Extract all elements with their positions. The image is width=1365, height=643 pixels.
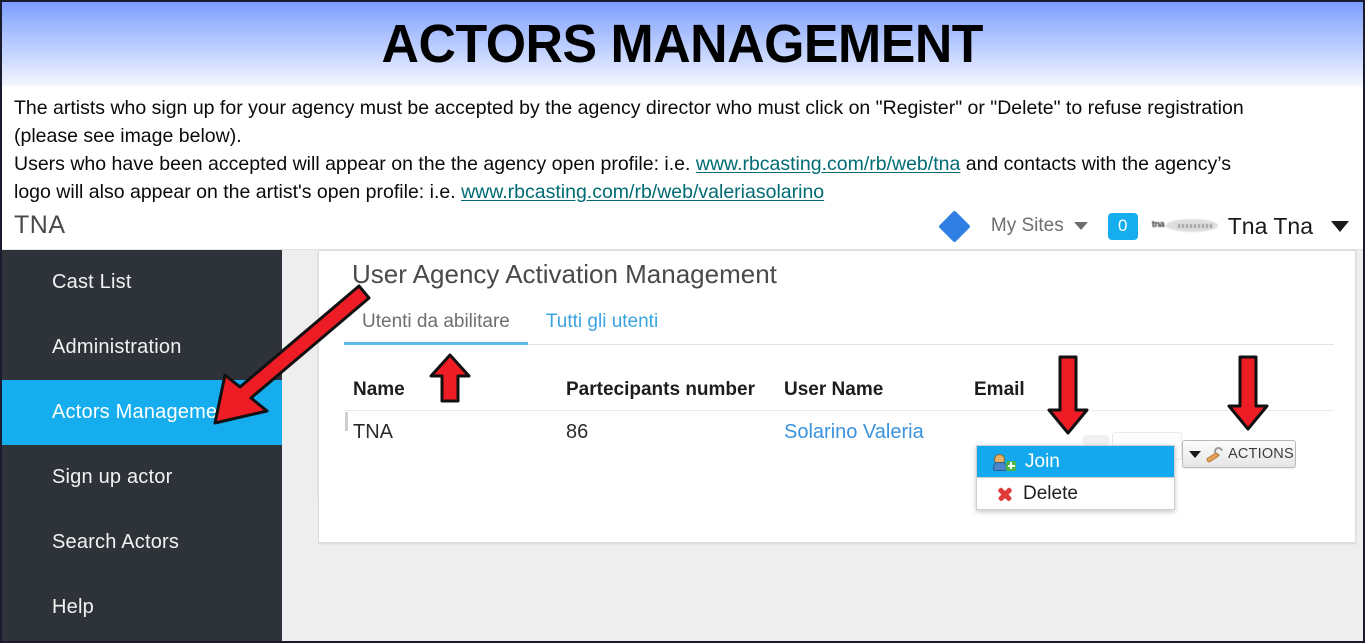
page-title: User Agency Activation Management — [352, 259, 777, 289]
description-line-3-post: and contacts with the agency’s — [965, 153, 1231, 175]
table-header-row: Name Partecipants number User Name Email — [344, 369, 1334, 411]
column-header-user-name: User Name — [784, 378, 884, 400]
sidebar-item-label: Cast List — [52, 271, 132, 293]
column-header-participants: Partecipants number — [566, 378, 755, 400]
artist-profile-link[interactable]: www.rbcasting.com/rb/web/valeriasolarino — [461, 181, 824, 203]
agency-profile-link[interactable]: www.rbcasting.com/rb/web/tna — [696, 153, 960, 175]
menu-item-label: Delete — [1023, 482, 1078, 504]
chevron-down-icon — [1189, 450, 1201, 458]
page-banner: ACTORS MANAGEMENT — [2, 2, 1363, 86]
arrow-to-actors-management — [213, 284, 371, 425]
description-line-2: (please see image below). — [14, 125, 242, 147]
user-name-label[interactable]: Tna Tna — [1228, 213, 1313, 240]
user-profile-link[interactable]: Solarino Valeria — [784, 421, 924, 443]
actions-button[interactable]: ACTIONS — [1182, 440, 1296, 468]
add-user-icon — [994, 453, 1016, 471]
sidebar-item-sign-up-actor[interactable]: Sign up actor — [2, 445, 282, 510]
menu-item-delete[interactable]: Delete — [977, 478, 1174, 509]
description-block: The artists who sign up for your agency … — [2, 88, 1363, 203]
description-line-3-pre: Users who have been accepted will appear… — [14, 153, 691, 175]
my-sites-label[interactable]: My Sites — [991, 215, 1064, 237]
app-topbar: TNA My Sites 0 tna Tna Tna — [2, 202, 1363, 250]
notification-badge[interactable]: 0 — [1107, 212, 1138, 240]
arrow-to-join-menu-item — [1047, 355, 1089, 435]
topbar-right-controls: My Sites 0 tna Tna Tna — [937, 202, 1349, 250]
cell-user-name: Solarino Valeria — [784, 421, 974, 444]
sidebar-item-help[interactable]: Help — [2, 575, 282, 640]
avatar: tna — [1152, 218, 1220, 234]
tab-bar: Utenti da abilitare Tutti gli utenti — [344, 309, 1334, 345]
user-menu-chevron-down-icon[interactable] — [1331, 220, 1349, 232]
avatar-texture — [1177, 224, 1212, 228]
chevron-down-icon[interactable] — [1073, 222, 1088, 230]
description-line-4-pre: logo will also appear on the artist's op… — [14, 181, 456, 203]
menu-item-label: Join — [1025, 450, 1060, 472]
red-x-icon — [995, 485, 1014, 503]
cell-participants: 86 — [566, 420, 589, 443]
wrench-icon — [1205, 444, 1225, 463]
description-line-1: The artists who sign up for your agency … — [14, 97, 1244, 119]
diamond-icon[interactable] — [938, 209, 971, 243]
description-line-3: Users who have been accepted will appear… — [14, 150, 1351, 178]
sidebar-item-label: Search Actors — [52, 531, 180, 553]
arrow-to-utenti-tab — [429, 353, 471, 403]
tab-tutti-gli-utenti[interactable]: Tutti gli utenti — [528, 309, 676, 342]
cell-name: TNA — [344, 411, 566, 444]
actions-dropdown-menu: Join Delete — [976, 445, 1175, 510]
content-card: User Agency Activation Management Utenti… — [318, 250, 1356, 543]
sidebar-item-label: Sign up actor — [52, 466, 173, 488]
site-brand-label[interactable]: TNA — [14, 211, 66, 240]
banner-title: ACTORS MANAGEMENT — [381, 14, 984, 74]
menu-item-join[interactable]: Join — [977, 446, 1174, 477]
avatar-logo-text: tna — [1151, 219, 1165, 229]
sidebar-item-label: Help — [52, 596, 94, 618]
actions-button-label: ACTIONS — [1228, 446, 1294, 462]
sidebar-item-search-actors[interactable]: Search Actors — [2, 510, 282, 575]
content-gutter — [282, 498, 318, 641]
arrow-to-actions-button — [1227, 355, 1269, 431]
sidebar-item-label: Administration — [52, 336, 182, 358]
screenshot-root: ACTORS MANAGEMENT The artists who sign u… — [0, 0, 1365, 643]
